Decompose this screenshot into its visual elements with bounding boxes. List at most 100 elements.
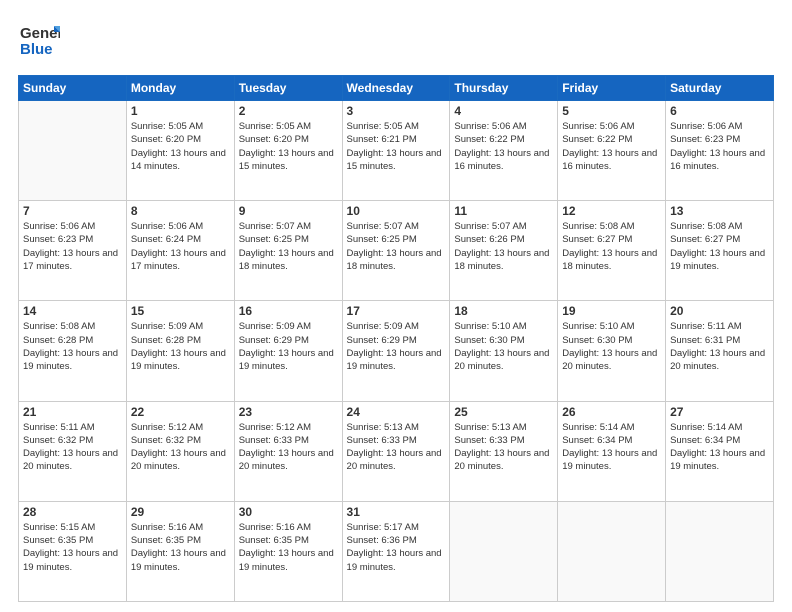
calendar-cell: 21 Sunrise: 5:11 AMSunset: 6:32 PMDayligh…: [19, 401, 127, 501]
day-number: 6: [670, 104, 769, 118]
calendar-cell: 10Sunrise: 5:07 AMSunset: 6:25 PMDayligh…: [342, 201, 450, 301]
cell-info: Sunrise: 5:11 AMSunset: 6:32 PMDaylight:…: [23, 421, 122, 474]
calendar-week-row: 14 Sunrise: 5:08 AMSunset: 6:28 PMDayligh…: [19, 301, 774, 401]
cell-info: Sunrise: 5:12 AMSunset: 6:32 PMDaylight:…: [131, 421, 230, 474]
calendar-cell: 5Sunrise: 5:06 AMSunset: 6:22 PMDaylight…: [558, 101, 666, 201]
cell-info: Sunrise: 5:10 AMSunset: 6:30 PMDaylight:…: [562, 320, 661, 373]
svg-text:Blue: Blue: [20, 41, 53, 58]
day-number: 16: [239, 304, 338, 318]
day-number: 11: [454, 204, 553, 218]
calendar-cell: 11 Sunrise: 5:07 AMSunset: 6:26 PMDayligh…: [450, 201, 558, 301]
calendar-cell: 28 Sunrise: 5:15 AMSunset: 6:35 PMDayligh…: [19, 501, 127, 601]
calendar-week-row: 21 Sunrise: 5:11 AMSunset: 6:32 PMDayligh…: [19, 401, 774, 501]
cell-info: Sunrise: 5:14 AMSunset: 6:34 PMDaylight:…: [670, 421, 769, 474]
calendar-cell: 8 Sunrise: 5:06 AMSunset: 6:24 PMDaylight…: [126, 201, 234, 301]
calendar-cell: 1 Sunrise: 5:05 AMSunset: 6:20 PMDaylight…: [126, 101, 234, 201]
day-number: 31: [347, 505, 446, 519]
day-number: 12: [562, 204, 661, 218]
day-number: 9: [239, 204, 338, 218]
day-number: 29: [131, 505, 230, 519]
cell-info: Sunrise: 5:05 AMSunset: 6:20 PMDaylight:…: [131, 120, 230, 173]
calendar-cell: 3 Sunrise: 5:05 AMSunset: 6:21 PMDaylight…: [342, 101, 450, 201]
day-number: 25: [454, 405, 553, 419]
day-number: 22: [131, 405, 230, 419]
calendar-cell: 7Sunrise: 5:06 AMSunset: 6:23 PMDaylight…: [19, 201, 127, 301]
day-number: 7: [23, 204, 122, 218]
calendar-week-row: 28 Sunrise: 5:15 AMSunset: 6:35 PMDayligh…: [19, 501, 774, 601]
cell-info: Sunrise: 5:07 AMSunset: 6:25 PMDaylight:…: [347, 220, 446, 273]
calendar-cell: 18 Sunrise: 5:10 AMSunset: 6:30 PMDayligh…: [450, 301, 558, 401]
calendar-week-row: 7Sunrise: 5:06 AMSunset: 6:23 PMDaylight…: [19, 201, 774, 301]
cell-info: Sunrise: 5:16 AMSunset: 6:35 PMDaylight:…: [131, 521, 230, 574]
calendar-cell: 13 Sunrise: 5:08 AMSunset: 6:27 PMDayligh…: [666, 201, 774, 301]
calendar-cell: 4 Sunrise: 5:06 AMSunset: 6:22 PMDaylight…: [450, 101, 558, 201]
logo: General Blue: [18, 18, 60, 65]
day-number: 24: [347, 405, 446, 419]
day-number: 18: [454, 304, 553, 318]
cell-info: Sunrise: 5:11 AMSunset: 6:31 PMDaylight:…: [670, 320, 769, 373]
calendar-cell: 22 Sunrise: 5:12 AMSunset: 6:32 PMDayligh…: [126, 401, 234, 501]
calendar-cell: 14 Sunrise: 5:08 AMSunset: 6:28 PMDayligh…: [19, 301, 127, 401]
day-number: 4: [454, 104, 553, 118]
cell-info: Sunrise: 5:06 AMSunset: 6:22 PMDaylight:…: [454, 120, 553, 173]
calendar-cell: 12 Sunrise: 5:08 AMSunset: 6:27 PMDayligh…: [558, 201, 666, 301]
cell-info: Sunrise: 5:08 AMSunset: 6:27 PMDaylight:…: [670, 220, 769, 273]
calendar-week-row: 1 Sunrise: 5:05 AMSunset: 6:20 PMDaylight…: [19, 101, 774, 201]
weekday-header: Tuesday: [234, 76, 342, 101]
cell-info: Sunrise: 5:09 AMSunset: 6:29 PMDaylight:…: [347, 320, 446, 373]
day-number: 30: [239, 505, 338, 519]
calendar-cell: 15Sunrise: 5:09 AMSunset: 6:28 PMDayligh…: [126, 301, 234, 401]
day-number: 23: [239, 405, 338, 419]
day-number: 2: [239, 104, 338, 118]
weekday-header-row: SundayMondayTuesdayWednesdayThursdayFrid…: [19, 76, 774, 101]
calendar-cell: [558, 501, 666, 601]
calendar-cell: 30 Sunrise: 5:16 AMSunset: 6:35 PMDayligh…: [234, 501, 342, 601]
cell-info: Sunrise: 5:09 AMSunset: 6:28 PMDaylight:…: [131, 320, 230, 373]
cell-info: Sunrise: 5:05 AMSunset: 6:20 PMDaylight:…: [239, 120, 338, 173]
day-number: 3: [347, 104, 446, 118]
calendar-cell: 17 Sunrise: 5:09 AMSunset: 6:29 PMDayligh…: [342, 301, 450, 401]
cell-info: Sunrise: 5:14 AMSunset: 6:34 PMDaylight:…: [562, 421, 661, 474]
day-number: 1: [131, 104, 230, 118]
calendar-cell: 29 Sunrise: 5:16 AMSunset: 6:35 PMDayligh…: [126, 501, 234, 601]
page: General Blue SundayMondayTuesdayWednesda…: [0, 0, 792, 612]
day-number: 20: [670, 304, 769, 318]
day-number: 8: [131, 204, 230, 218]
day-number: 14: [23, 304, 122, 318]
cell-info: Sunrise: 5:08 AMSunset: 6:28 PMDaylight:…: [23, 320, 122, 373]
calendar-cell: 2 Sunrise: 5:05 AMSunset: 6:20 PMDaylight…: [234, 101, 342, 201]
weekday-header: Monday: [126, 76, 234, 101]
day-number: 28: [23, 505, 122, 519]
logo-icon: General Blue: [18, 18, 60, 60]
cell-info: Sunrise: 5:16 AMSunset: 6:35 PMDaylight:…: [239, 521, 338, 574]
cell-info: Sunrise: 5:17 AMSunset: 6:36 PMDaylight:…: [347, 521, 446, 574]
cell-info: Sunrise: 5:05 AMSunset: 6:21 PMDaylight:…: [347, 120, 446, 173]
day-number: 26: [562, 405, 661, 419]
cell-info: Sunrise: 5:15 AMSunset: 6:35 PMDaylight:…: [23, 521, 122, 574]
day-number: 17: [347, 304, 446, 318]
day-number: 21: [23, 405, 122, 419]
calendar-cell: 31 Sunrise: 5:17 AMSunset: 6:36 PMDayligh…: [342, 501, 450, 601]
cell-info: Sunrise: 5:12 AMSunset: 6:33 PMDaylight:…: [239, 421, 338, 474]
cell-info: Sunrise: 5:08 AMSunset: 6:27 PMDaylight:…: [562, 220, 661, 273]
header: General Blue: [18, 18, 774, 65]
weekday-header: Friday: [558, 76, 666, 101]
calendar-cell: 25Sunrise: 5:13 AMSunset: 6:33 PMDayligh…: [450, 401, 558, 501]
weekday-header: Sunday: [19, 76, 127, 101]
day-number: 19: [562, 304, 661, 318]
day-number: 13: [670, 204, 769, 218]
calendar-cell: [450, 501, 558, 601]
day-number: 27: [670, 405, 769, 419]
calendar-cell: 9 Sunrise: 5:07 AMSunset: 6:25 PMDaylight…: [234, 201, 342, 301]
cell-info: Sunrise: 5:06 AMSunset: 6:24 PMDaylight:…: [131, 220, 230, 273]
calendar-cell: 16Sunrise: 5:09 AMSunset: 6:29 PMDayligh…: [234, 301, 342, 401]
cell-info: Sunrise: 5:10 AMSunset: 6:30 PMDaylight:…: [454, 320, 553, 373]
weekday-header: Thursday: [450, 76, 558, 101]
weekday-header: Saturday: [666, 76, 774, 101]
cell-info: Sunrise: 5:06 AMSunset: 6:22 PMDaylight:…: [562, 120, 661, 173]
calendar-cell: 6 Sunrise: 5:06 AMSunset: 6:23 PMDaylight…: [666, 101, 774, 201]
cell-info: Sunrise: 5:07 AMSunset: 6:26 PMDaylight:…: [454, 220, 553, 273]
cell-info: Sunrise: 5:07 AMSunset: 6:25 PMDaylight:…: [239, 220, 338, 273]
calendar-cell: [666, 501, 774, 601]
cell-info: Sunrise: 5:06 AMSunset: 6:23 PMDaylight:…: [670, 120, 769, 173]
